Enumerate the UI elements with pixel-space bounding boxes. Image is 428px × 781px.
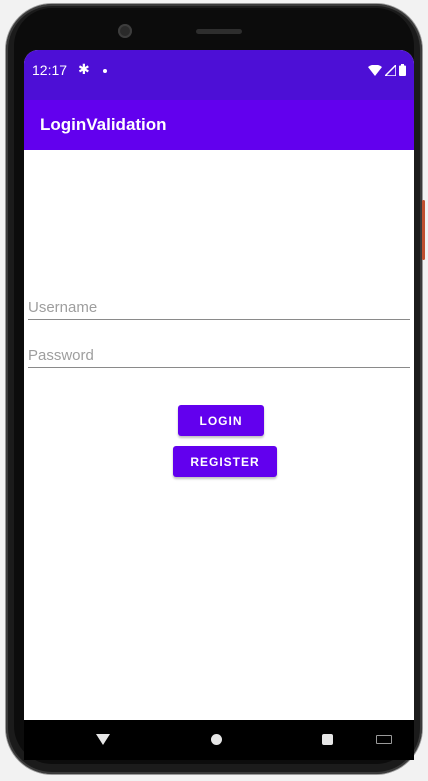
navigation-bar xyxy=(24,720,414,760)
wifi-icon xyxy=(368,64,382,76)
app-screen: 12:17 ✱ LoginValidation LOG xyxy=(24,50,414,720)
app-bar: LoginValidation xyxy=(24,100,414,150)
login-form: LOGIN REGISTER xyxy=(24,150,414,720)
device-stage: 12:17 ✱ LoginValidation LOG xyxy=(0,0,428,781)
status-time: 12:17 xyxy=(32,62,68,78)
square-recents-icon[interactable] xyxy=(322,734,333,745)
front-camera xyxy=(118,24,132,38)
status-bar: 12:17 ✱ xyxy=(24,50,414,100)
username-input[interactable] xyxy=(28,295,410,320)
circle-home-icon[interactable] xyxy=(211,734,222,745)
login-button[interactable]: LOGIN xyxy=(178,405,264,436)
gear-icon: ✱ xyxy=(78,61,90,77)
cell-signal-icon xyxy=(385,64,396,76)
status-icons xyxy=(368,64,406,76)
earpiece-speaker xyxy=(196,29,242,34)
battery-icon xyxy=(399,64,406,76)
password-input[interactable] xyxy=(28,343,410,368)
app-title: LoginValidation xyxy=(40,115,167,134)
dot-icon xyxy=(103,69,107,73)
register-button[interactable]: REGISTER xyxy=(173,446,277,477)
side-button xyxy=(422,200,425,260)
triangle-back-icon[interactable] xyxy=(96,734,110,745)
keyboard-icon[interactable] xyxy=(376,735,392,744)
